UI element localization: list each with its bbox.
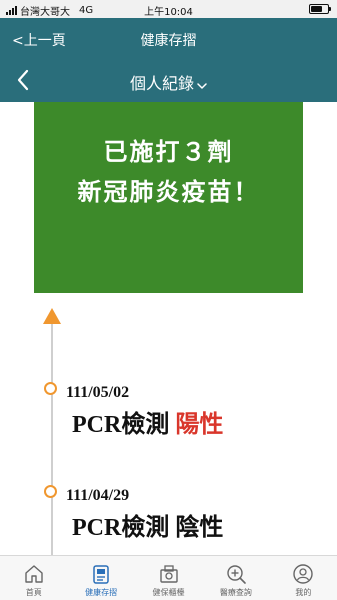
tab-bar: 首頁 健康存摺 健保櫃檯 醫療查詢 我的 [0, 555, 337, 600]
tab-counter[interactable]: 健保櫃檯 [135, 556, 202, 600]
battery-icon [309, 4, 331, 14]
chevron-down-icon [197, 75, 207, 94]
tab-medical-search[interactable]: 醫療查詢 [202, 556, 269, 600]
tab-label: 健康存摺 [85, 588, 118, 597]
timeline-arrow-icon [43, 308, 61, 324]
timeline-dot [44, 485, 57, 498]
record-type-dropdown[interactable]: 個人紀錄 [0, 70, 337, 94]
test-result: 陽性 [175, 410, 224, 438]
status-bar: 台灣大哥大 4G 上午10:04 [0, 0, 337, 18]
health-passbook-icon [93, 565, 109, 584]
banner-line-1: 已施打３劑 [103, 138, 234, 166]
tab-label: 健保櫃檯 [152, 588, 185, 597]
sub-header: 個人紀錄 [0, 58, 337, 102]
profile-icon [293, 564, 314, 584]
medical-search-icon [227, 565, 246, 584]
record-item[interactable]: PCR檢測 陰性 [72, 507, 223, 542]
record-item[interactable]: PCR檢測 陽性 [72, 404, 223, 439]
status-time: 上午10:04 [144, 7, 193, 18]
timeline-line [51, 322, 53, 562]
nav-bar: <上一頁 健康存摺 [0, 18, 337, 58]
back-button[interactable]: <上一頁 [12, 30, 66, 50]
test-name: PCR檢測 [72, 515, 170, 541]
test-result: 陰性 [175, 513, 224, 541]
tab-label: 首頁 [25, 588, 42, 597]
test-name: PCR檢測 [72, 412, 170, 438]
banner-line-2: 新冠肺炎疫苗！ [77, 178, 260, 206]
tab-label: 醫療查詢 [219, 588, 252, 597]
counter-icon [159, 565, 178, 583]
tab-home[interactable]: 首頁 [0, 556, 67, 600]
app-screen: 台灣大哥大 4G 上午10:04 <上一頁 健康存摺 個人紀錄 已施打３劑 新冠… [0, 0, 337, 600]
home-icon [25, 565, 43, 583]
tab-label: 我的 [295, 588, 312, 597]
tab-profile[interactable]: 我的 [270, 556, 337, 600]
tab-health-passbook[interactable]: 健康存摺 [67, 556, 134, 600]
record-type-label: 個人紀錄 [129, 74, 194, 93]
battery-fill [311, 6, 322, 12]
vaccination-banner: 已施打３劑 新冠肺炎疫苗！ [34, 102, 303, 293]
record-date: 111/05/02 [66, 384, 130, 401]
record-date: 111/04/29 [66, 487, 130, 504]
timeline-dot [44, 382, 57, 395]
